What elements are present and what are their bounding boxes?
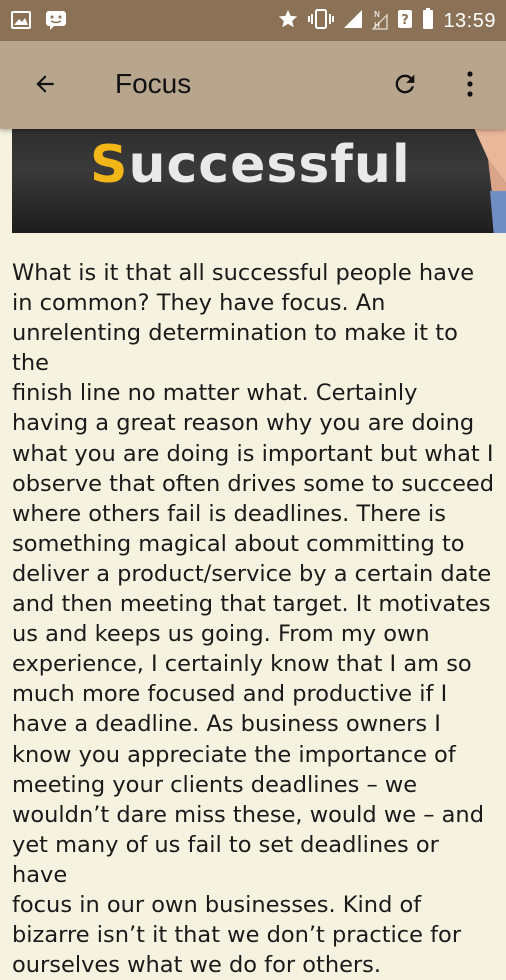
app-bar: Focus (0, 41, 506, 129)
banner-word-rest: uccessful (128, 135, 411, 195)
signal-icon (343, 9, 363, 34)
page-title: Focus (115, 68, 192, 99)
back-button[interactable] (22, 61, 68, 107)
article-banner-image: Successful (12, 129, 506, 233)
more-options-button[interactable] (450, 61, 490, 107)
arrow-back-icon (36, 75, 54, 93)
more-vert-icon (467, 71, 473, 97)
chat-notification-icon (44, 9, 68, 36)
star-icon (277, 8, 299, 35)
refresh-button[interactable] (382, 61, 428, 107)
status-left-icons (10, 9, 68, 36)
no-signal-icon: NH (371, 8, 389, 35)
svg-text:?: ? (402, 13, 410, 28)
refresh-icon (395, 74, 415, 94)
image-notification-icon (10, 9, 32, 36)
unknown-network-icon: ? (397, 8, 413, 35)
banner-word: Successful (90, 135, 411, 195)
svg-text:N: N (374, 10, 380, 19)
status-bar: NH ? 13:59 (0, 0, 506, 41)
svg-text:H: H (374, 21, 380, 30)
status-right-icons: NH ? 13:59 (277, 8, 496, 35)
banner-word-first-letter: S (90, 135, 129, 195)
battery-icon (422, 8, 434, 35)
hand-graphic (474, 129, 506, 233)
status-time: 13:59 (443, 10, 496, 32)
article-body: What is it that all successful people ha… (12, 260, 495, 979)
vibrate-icon (308, 8, 335, 35)
